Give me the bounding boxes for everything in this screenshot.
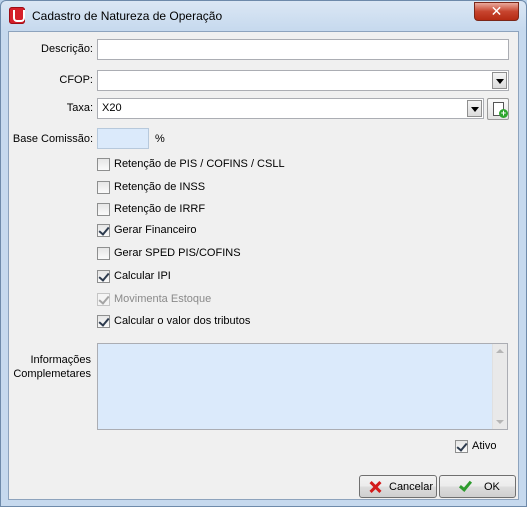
cfop-label: CFOP:: [59, 74, 93, 86]
checkbox-box: [97, 293, 110, 306]
checkbox-label: Gerar Financeiro: [114, 224, 197, 236]
dialog-window: Cadastro de Natureza de Operação ✕ Descr…: [0, 0, 527, 507]
checkbox-box[interactable]: [97, 203, 110, 216]
percent-unit: %: [155, 133, 165, 145]
informacoes-label-line2: Complemetares: [13, 368, 91, 380]
scroll-down-icon[interactable]: [496, 420, 504, 424]
descricao-input[interactable]: [97, 39, 509, 60]
ativo-label: Ativo: [472, 440, 497, 452]
taxa-value: X20: [102, 102, 122, 114]
base-comissao-input[interactable]: [97, 128, 149, 149]
add-taxa-button[interactable]: +: [487, 98, 509, 120]
memo-scrollbar[interactable]: [492, 344, 507, 429]
descricao-label: Descrição:: [41, 43, 93, 55]
base-comissao-label: Base Comissão:: [12, 133, 93, 145]
checkbox-box[interactable]: [97, 224, 110, 237]
cancel-button-label: Cancelar: [389, 481, 434, 493]
checkbox-label: Movimenta Estoque: [114, 293, 212, 305]
close-button[interactable]: ✕: [474, 2, 519, 21]
dialog-body: Descrição: CFOP: Taxa: X20 + Base Comiss…: [8, 31, 519, 500]
cancel-button[interactable]: Cancelar: [359, 475, 437, 498]
checkmark-icon: [458, 478, 473, 492]
plus-icon: +: [499, 108, 508, 118]
informacoes-textarea[interactable]: [97, 343, 508, 430]
checkbox-label: Calcular IPI: [114, 270, 171, 282]
chevron-down-icon[interactable]: [467, 100, 482, 117]
ok-button[interactable]: OK: [439, 475, 516, 498]
checkbox-label: Retenção de IRRF: [114, 203, 206, 215]
title-bar[interactable]: Cadastro de Natureza de Operação ✕: [1, 1, 526, 31]
checkbox-box[interactable]: [97, 247, 110, 260]
chevron-down-icon[interactable]: [492, 72, 507, 89]
cancel-icon: [369, 481, 381, 493]
checkbox-box[interactable]: [97, 270, 110, 283]
checkbox-label: Retenção de INSS: [114, 181, 206, 193]
window-title: Cadastro de Natureza de Operação: [32, 9, 223, 23]
checkbox-label: Gerar SPED PIS/COFINS: [114, 247, 241, 259]
checkbox-label: Calcular o valor dos tributos: [114, 315, 251, 327]
cfop-select[interactable]: [97, 70, 509, 91]
checkbox-label: Retenção de PIS / COFINS / CSLL: [114, 158, 285, 170]
checkbox-box[interactable]: [97, 315, 110, 328]
checkbox-box[interactable]: [97, 181, 110, 194]
informacoes-label-line1: Informações: [30, 354, 91, 366]
taxa-select[interactable]: X20: [97, 98, 484, 119]
scroll-up-icon[interactable]: [496, 349, 504, 353]
checkbox-box[interactable]: [97, 158, 110, 171]
checkbox-box[interactable]: [455, 440, 468, 453]
app-logo-icon: [9, 7, 25, 24]
taxa-label: Taxa:: [66, 102, 93, 114]
ok-button-label: OK: [484, 481, 500, 493]
